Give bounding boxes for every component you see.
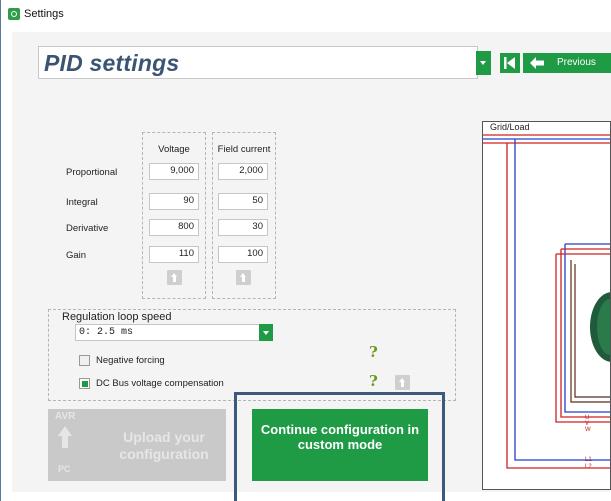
- first-page-button[interactable]: [500, 53, 520, 73]
- negative-forcing-checkbox[interactable]: [79, 355, 90, 366]
- window-title: Settings: [24, 8, 64, 20]
- upload-arrow-icon: [58, 426, 72, 436]
- upload-voltage-icon[interactable]: [167, 270, 182, 285]
- chevron-down-icon[interactable]: [259, 324, 273, 341]
- dc-bus-compensation-label: DC Bus voltage compensation: [96, 378, 224, 389]
- title-bar: [1, 0, 611, 26]
- wiring-diagram-graphic: [483, 134, 610, 469]
- negative-forcing-label: Negative forcing: [96, 355, 165, 366]
- derivative-voltage-input[interactable]: 800: [149, 219, 199, 236]
- focus-highlight: [234, 392, 445, 501]
- help-icon[interactable]: ?: [369, 343, 378, 361]
- regulation-loop-select[interactable]: 0: 2.5 ms: [75, 324, 273, 341]
- upload-configuration-button[interactable]: AVR PC Upload your configuration: [48, 409, 226, 481]
- wiring-diagram: [482, 121, 611, 490]
- row-label-integral: Integral: [66, 197, 98, 208]
- proportional-field-current-input[interactable]: 2,000: [218, 163, 268, 180]
- proportional-voltage-input[interactable]: 9,000: [149, 163, 199, 180]
- app-icon: [8, 8, 20, 20]
- dc-bus-compensation-checkbox[interactable]: [79, 378, 90, 389]
- integral-voltage-input[interactable]: 90: [149, 193, 199, 210]
- previous-button[interactable]: Previous: [523, 53, 611, 73]
- row-label-proportional: Proportional: [66, 167, 118, 178]
- upload-configuration-label: Upload your configuration: [119, 429, 209, 462]
- phase-label-w: W: [585, 427, 591, 433]
- page-dropdown-button[interactable]: [476, 51, 491, 75]
- upload-field-current-icon[interactable]: [236, 270, 251, 285]
- gain-voltage-input[interactable]: 110: [149, 246, 199, 263]
- pc-label: PC: [58, 464, 71, 474]
- skip-back-icon: [504, 57, 515, 69]
- regulation-loop-label: Regulation loop speed: [62, 311, 172, 323]
- arrow-left-icon: [530, 57, 544, 69]
- previous-label: Previous: [557, 57, 596, 68]
- grid-load-label: Grid/Load: [490, 122, 530, 132]
- integral-field-current-input[interactable]: 50: [218, 193, 268, 210]
- upload-dc-bus-icon[interactable]: [395, 375, 410, 390]
- row-label-derivative: Derivative: [66, 223, 109, 234]
- gain-field-current-input[interactable]: 100: [218, 246, 268, 263]
- row-label-gain: Gain: [66, 250, 87, 261]
- help-icon[interactable]: ?: [369, 372, 378, 390]
- line-label-l1: L1: [585, 457, 592, 463]
- line-label-l2: L2: [585, 464, 592, 470]
- page-title: PID settings: [44, 50, 180, 76]
- upload-arrow-stem: [62, 436, 68, 448]
- column-header-field-current: Field current: [217, 144, 271, 155]
- derivative-field-current-input[interactable]: 30: [218, 219, 268, 236]
- column-header-voltage: Voltage: [158, 144, 190, 155]
- avr-label: AVR: [55, 411, 76, 422]
